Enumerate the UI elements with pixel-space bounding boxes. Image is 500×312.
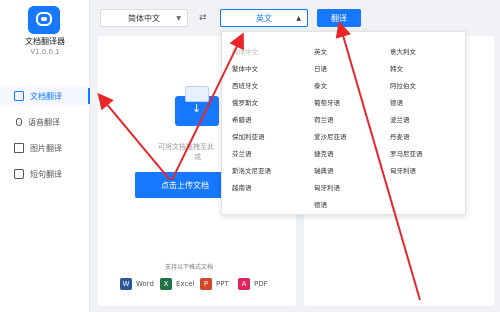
arrow-to-language — [171, 32, 244, 181]
arrow-to-translate — [335, 21, 421, 301]
annotation-arrows — [97, 21, 421, 301]
arrow-to-sidebar — [97, 92, 171, 181]
